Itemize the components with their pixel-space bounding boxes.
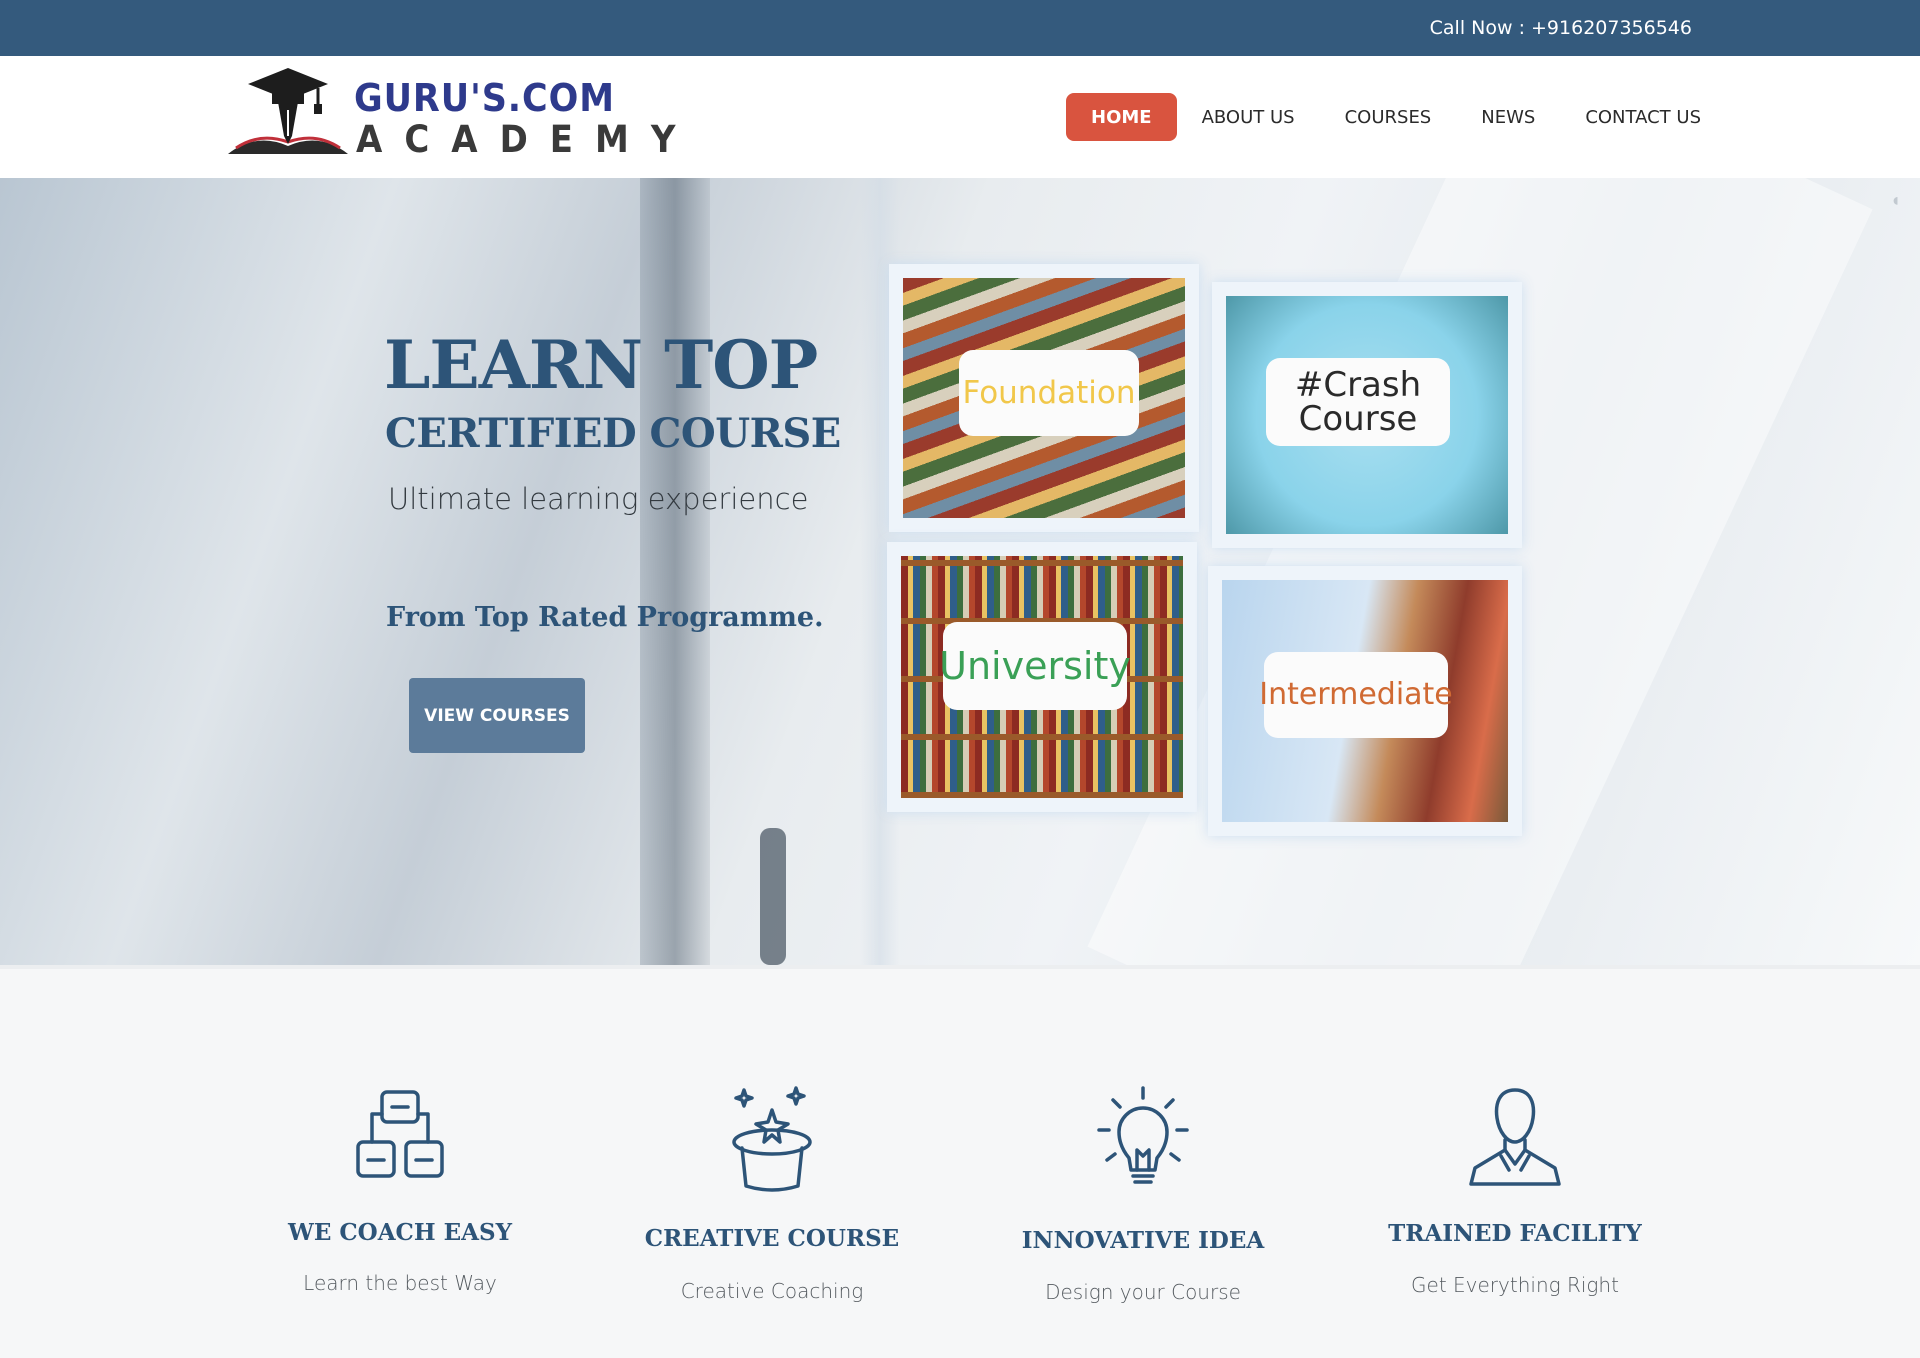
course-tile-university[interactable]: University xyxy=(887,542,1197,812)
slider-indicator-icon[interactable]: ◖ xyxy=(1890,190,1901,211)
feature-title: INNOVATIVE IDEA xyxy=(1021,1227,1265,1254)
nav-contact-us[interactable]: CONTACT US xyxy=(1560,93,1726,141)
call-now-text[interactable]: Call Now : +916207356546 xyxy=(1430,17,1692,39)
lightbulb-icon xyxy=(1097,1086,1189,1184)
course-tile-intermediate[interactable]: Intermediate xyxy=(1208,566,1522,836)
hero-banner: ◖ LEARN TOP CERTIFIED COURSE Ultimate le… xyxy=(0,178,1920,965)
graduation-cap-book-icon xyxy=(228,68,348,154)
feature-description: Design your Course xyxy=(1045,1280,1241,1304)
feature-description: Creative Coaching xyxy=(680,1279,864,1303)
features-section: WE COACH EASY Learn the best Way CREATIV… xyxy=(0,965,1920,1358)
view-courses-button[interactable]: VIEW COURSES xyxy=(409,678,585,753)
course-tile-label: Foundation xyxy=(959,350,1139,436)
hero-background-handle xyxy=(760,828,786,965)
course-tile-foundation[interactable]: Foundation xyxy=(889,264,1199,532)
hero-tagline: From Top Rated Programme. xyxy=(386,602,824,633)
person-icon xyxy=(1469,1088,1561,1186)
nav-home[interactable]: HOME xyxy=(1066,93,1177,141)
feature-title: CREATIVE COURSE xyxy=(644,1225,900,1252)
course-tile-crash-course[interactable]: #Crash Course xyxy=(1212,282,1522,548)
logo-title: GURU'S.COM xyxy=(354,76,615,120)
hero-background-shade xyxy=(640,178,710,965)
course-tile-label: Intermediate xyxy=(1259,652,1453,738)
nav-news[interactable]: NEWS xyxy=(1456,93,1560,141)
main-nav: HOME ABOUT US COURSES NEWS CONTACT US xyxy=(1066,93,1726,141)
feature-title: TRAINED FACILITY xyxy=(1388,1220,1642,1247)
hero-title-line2: CERTIFIED COURSE xyxy=(385,410,841,457)
hero-title: LEARN TOP xyxy=(384,326,818,404)
course-tile-label: #Crash Course xyxy=(1266,358,1450,446)
feature-title: WE COACH EASY xyxy=(287,1219,512,1246)
feature-description: Learn the best Way xyxy=(303,1271,497,1295)
logo-subtitle: ACADEMY xyxy=(356,118,698,162)
course-tile-label: University xyxy=(939,622,1131,710)
site-header: GURU'S.COM ACADEMY HOME ABOUT US COURSES… xyxy=(0,56,1920,178)
top-bar: Call Now : +916207356546 xyxy=(0,0,1920,56)
hero-subtitle: Ultimate learning experience xyxy=(388,482,809,516)
feature-description: Get Everything Right xyxy=(1411,1273,1619,1297)
magic-hat-icon xyxy=(732,1086,812,1192)
nav-about-us[interactable]: ABOUT US xyxy=(1177,93,1320,141)
hierarchy-icon xyxy=(356,1090,444,1178)
nav-courses[interactable]: COURSES xyxy=(1320,93,1457,141)
site-logo[interactable]: GURU'S.COM ACADEMY xyxy=(226,62,675,162)
